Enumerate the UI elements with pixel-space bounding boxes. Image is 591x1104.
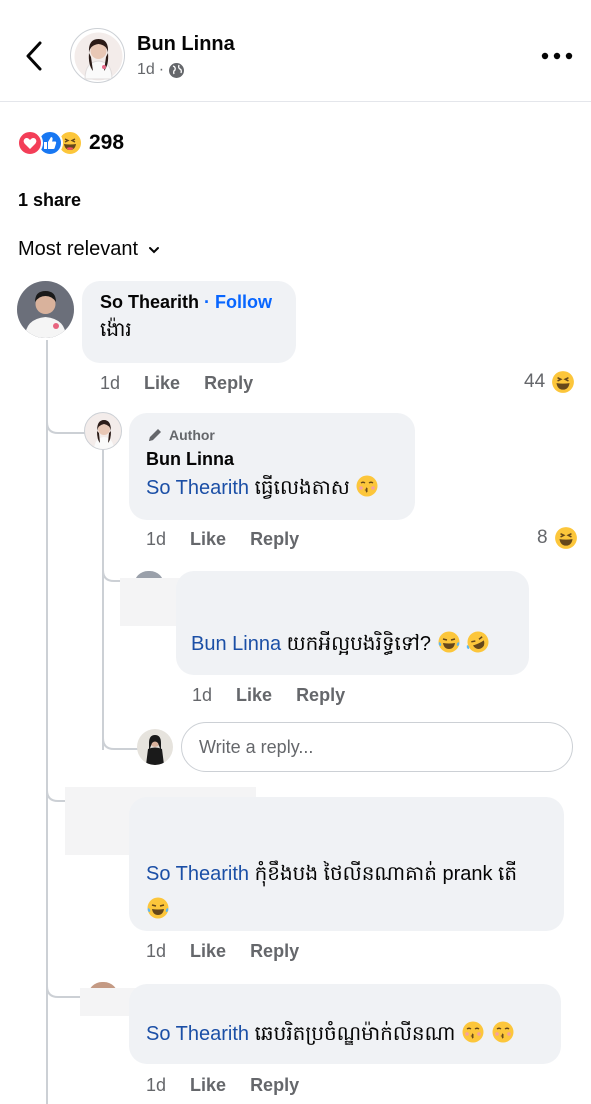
mention-link[interactable]: So Thearith — [146, 1023, 249, 1045]
more-icon[interactable] — [540, 48, 574, 64]
reply-reaction-tally[interactable]: 8 — [537, 526, 578, 550]
reaction-count: 298 — [89, 131, 125, 154]
haha-reaction-icon — [554, 527, 577, 549]
kissing-emoji-icon — [492, 1021, 513, 1043]
author-badge-label: Author — [169, 427, 215, 443]
like-button[interactable]: Like — [144, 373, 180, 394]
share-count[interactable]: 1 share — [18, 190, 81, 211]
like-button[interactable]: Like — [236, 685, 272, 706]
reply-actions: 1d Like Reply — [146, 941, 299, 962]
mention-link[interactable]: So Thearith — [146, 863, 249, 885]
sort-label: Most relevant — [18, 238, 139, 260]
haha-reaction-icon — [552, 371, 575, 393]
reply-bubble[interactable]: So Thearith កុំខឹងបង ថៃលីនណាគាត់ prank ត… — [129, 797, 564, 931]
comment-author[interactable]: So Thearith — [100, 292, 199, 312]
comment-reaction-tally[interactable]: 44 — [524, 370, 575, 394]
reaction-tally-count: 8 — [537, 527, 548, 548]
reply-text: So Thearith ធ្វើលេងតាស — [146, 474, 398, 502]
current-user-avatar — [137, 729, 173, 765]
post-header: Bun Linna 1d · — [0, 0, 591, 102]
author-name[interactable]: Bun Linna — [137, 33, 235, 56]
reply-time: 1d — [146, 941, 167, 961]
kissing-emoji-icon — [356, 475, 378, 497]
mention-link[interactable]: Bun Linna — [191, 633, 281, 655]
like-button[interactable]: Like — [190, 941, 226, 962]
reply-actions: 1d Like Reply — [146, 529, 299, 550]
like-button[interactable]: Like — [190, 1075, 226, 1096]
back-arrow-icon[interactable] — [20, 38, 48, 74]
chevron-down-icon — [149, 246, 160, 253]
comment-sort-dropdown[interactable]: Most relevant — [18, 238, 160, 261]
write-reply-input[interactable]: Write a reply... — [181, 722, 573, 772]
reply-bubble[interactable]: Author Bun Linna So Thearith ធ្វើលេងតាស — [129, 413, 415, 520]
kissing-emoji-icon — [462, 1021, 484, 1043]
reply-button[interactable]: Reply — [204, 373, 253, 394]
reply-body: ឆេបរិតប្រចំណ្ឌម៉ាក់លីនណា — [249, 1023, 456, 1045]
reply-button[interactable]: Reply — [250, 941, 299, 962]
laughing-emoji-icon — [438, 631, 460, 653]
reply-button[interactable]: Reply — [296, 685, 345, 706]
meta-separator: · — [158, 61, 165, 78]
comment-text: ង៉ោរ — [100, 319, 132, 341]
reply-author-avatar[interactable] — [84, 412, 122, 450]
reply-body: យកអីល្អបងរិទ្ធិទៅ? — [281, 633, 432, 655]
rofl-emoji-icon — [466, 631, 489, 653]
author-badge: Author — [146, 426, 398, 444]
reply-actions: 1d Like Reply — [146, 1075, 299, 1096]
reply-text: Bun Linna យកអីល្អបងរិទ្ធិទៅ? — [191, 630, 490, 658]
reply-bubble[interactable]: Bun Linna យកអីល្អបងរិទ្ធិទៅ? — [176, 571, 529, 675]
reply-time: 1d — [192, 685, 213, 705]
comment-author-line: So Thearith · Follow — [100, 292, 278, 313]
globe-icon — [169, 62, 185, 78]
reaction-tally-count: 44 — [524, 371, 546, 392]
reply-time: 1d — [146, 1075, 167, 1095]
reaction-summary[interactable]: 298 — [17, 130, 124, 156]
like-button[interactable]: Like — [190, 529, 226, 550]
comment-time: 1d — [100, 373, 121, 393]
commenter-avatar[interactable] — [17, 281, 74, 338]
follow-separator: · — [204, 292, 211, 312]
reply-button[interactable]: Reply — [250, 1075, 299, 1096]
reply-author[interactable]: Bun Linna — [146, 449, 398, 470]
thread-line-nested — [102, 450, 104, 750]
love-reaction-icon — [17, 130, 43, 156]
reply-actions: 1d Like Reply — [192, 685, 345, 706]
reply-bubble[interactable]: So Thearith ឆេបរិតប្រចំណ្ឌម៉ាក់លីនណា — [129, 984, 561, 1064]
reply-text: So Thearith ឆេបរិតប្រចំណ្ឌម៉ាក់លីនណា — [146, 1020, 515, 1048]
reply-text: So Thearith កុំខឹងបង ថៃលីនណាគាត់ prank ត… — [146, 856, 546, 928]
thread-connector-3 — [102, 728, 138, 750]
author-avatar[interactable] — [70, 28, 125, 83]
mention-link[interactable]: So Thearith — [146, 477, 249, 499]
pencil-icon — [149, 429, 161, 441]
laughing-emoji-icon — [147, 897, 169, 919]
reply-time: 1d — [146, 529, 167, 549]
reply-button[interactable]: Reply — [250, 529, 299, 550]
post-time: 1d — [137, 61, 155, 78]
follow-button[interactable]: Follow — [215, 292, 272, 312]
comment-actions: 1d Like Reply — [100, 373, 253, 394]
reply-body: កុំខឹងបង ថៃលីនណាគាត់ prank តើ — [249, 863, 518, 885]
comment-bubble[interactable]: So Thearith · Follow ង៉ោរ — [82, 281, 296, 363]
post-meta: 1d · — [137, 61, 185, 79]
reply-body: ធ្វើលេងតាស — [249, 477, 350, 499]
